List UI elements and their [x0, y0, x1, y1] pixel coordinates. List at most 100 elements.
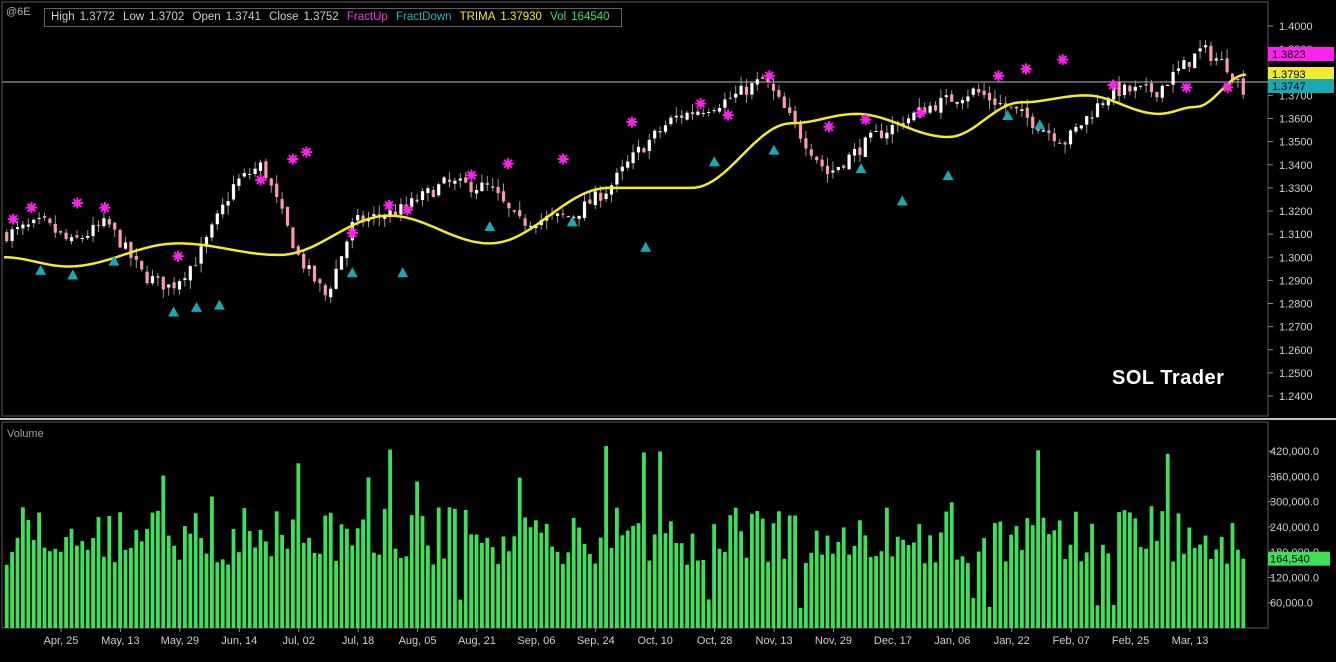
- volume-bar: [156, 510, 160, 628]
- candle-body: [177, 281, 182, 290]
- candle-body: [906, 118, 911, 124]
- candle-body: [248, 173, 252, 175]
- candle-body: [48, 218, 52, 223]
- volume-bar: [166, 535, 171, 628]
- volume-bar: [1144, 548, 1148, 628]
- candle-body: [599, 192, 603, 201]
- candle-body: [145, 271, 149, 284]
- volume-bar: [1079, 561, 1084, 628]
- volume-bar: [318, 553, 322, 628]
- volume-bar: [280, 534, 284, 628]
- candle-body: [869, 132, 873, 138]
- price-tick-label: 1.3600: [1279, 114, 1313, 126]
- candle-body: [96, 224, 101, 226]
- volume-tag: 164,540: [1268, 551, 1330, 566]
- volume-bar: [458, 599, 463, 628]
- fractal-up-marker: [722, 109, 734, 121]
- candle-body: [793, 110, 797, 123]
- candle-body: [42, 216, 47, 218]
- candle-body: [442, 177, 446, 184]
- candle-body: [669, 117, 673, 125]
- candle-body: [734, 93, 738, 98]
- low-value: 1.3702: [149, 11, 185, 23]
- volume-bar: [388, 449, 392, 628]
- volume-bar: [48, 551, 52, 628]
- high-value: 1.3772: [79, 11, 115, 23]
- volume-bar: [750, 513, 754, 628]
- candle-body: [501, 191, 506, 202]
- volume-bar: [561, 564, 565, 628]
- volume-bar: [366, 477, 371, 628]
- fractal-up-marker: [502, 158, 514, 170]
- volume-bar: [787, 515, 792, 628]
- candle-body: [555, 213, 560, 216]
- candle-body: [469, 182, 473, 193]
- volume-bar: [237, 552, 241, 628]
- volume-bar: [625, 530, 630, 628]
- volume-bar: [307, 537, 311, 628]
- volume-bar: [447, 507, 452, 628]
- candle-body: [372, 214, 376, 217]
- volume-bar: [431, 564, 436, 628]
- fractal-up-marker: [860, 114, 872, 126]
- volume-bar: [852, 545, 857, 628]
- volume-bar: [334, 560, 338, 628]
- volume-bar: [879, 551, 884, 628]
- vol-label: Vol: [550, 11, 567, 23]
- volume-bar: [712, 524, 716, 628]
- candle-body: [788, 107, 792, 113]
- volume-bar: [858, 520, 862, 628]
- candle-body: [10, 229, 14, 241]
- fractal-up-marker: [7, 213, 19, 225]
- candle-body: [809, 149, 813, 156]
- ohlc-info-bar: High 1.3772 Low 1.3702 Open 1.3741 Close 1.3…: [44, 8, 622, 27]
- candle-body: [345, 241, 349, 259]
- price-tick-label: 1.3000: [1279, 252, 1313, 264]
- volume-bar: [1165, 454, 1170, 628]
- candle-body: [199, 246, 203, 264]
- vol-value: 164540: [571, 11, 610, 23]
- candle-body: [847, 154, 851, 170]
- fractal-up-marker: [1107, 79, 1119, 91]
- volume-bar: [188, 533, 193, 628]
- volume-bar: [966, 563, 970, 628]
- candle-body: [998, 103, 1002, 105]
- candle-body: [426, 188, 430, 194]
- volume-bar: [377, 554, 382, 628]
- volume-bar: [26, 519, 31, 628]
- volume-bar: [199, 538, 203, 628]
- candle-body: [777, 90, 781, 97]
- volume-bar: [1030, 525, 1035, 628]
- volume-tick-label: 420,000.0: [1270, 446, 1319, 458]
- candle-body: [636, 146, 641, 153]
- volume-bar: [1176, 513, 1181, 628]
- volume-bar: [361, 519, 365, 628]
- volume-bar: [679, 543, 684, 628]
- volume-bar: [253, 547, 257, 628]
- candle-body: [561, 213, 565, 215]
- x-tick-label: Jul, 18: [342, 635, 374, 647]
- candle-body: [420, 191, 425, 201]
- x-tick-label: Nov, 13: [756, 635, 793, 647]
- volume-bar: [863, 535, 868, 628]
- candle-body: [1025, 107, 1029, 118]
- fractal-up-marker: [71, 197, 83, 209]
- candle-body: [825, 165, 830, 175]
- candle-body: [437, 184, 441, 196]
- candle-body: [496, 186, 500, 194]
- low-label: Low: [123, 11, 145, 23]
- candle-body: [1047, 130, 1051, 134]
- volume-bar: [836, 541, 841, 628]
- price-tick-label: 1.2800: [1279, 299, 1313, 311]
- volume-bar: [1241, 558, 1246, 628]
- fractal-up-marker: [25, 202, 37, 214]
- volume-bar: [717, 548, 722, 628]
- candle-body: [188, 266, 192, 281]
- candle-body: [80, 238, 84, 240]
- volume-bar: [885, 507, 889, 628]
- volume-bar: [274, 511, 279, 628]
- candle-body: [680, 115, 684, 119]
- candle-body: [761, 77, 765, 79]
- candle-body: [53, 223, 57, 233]
- volume-bar: [53, 548, 58, 628]
